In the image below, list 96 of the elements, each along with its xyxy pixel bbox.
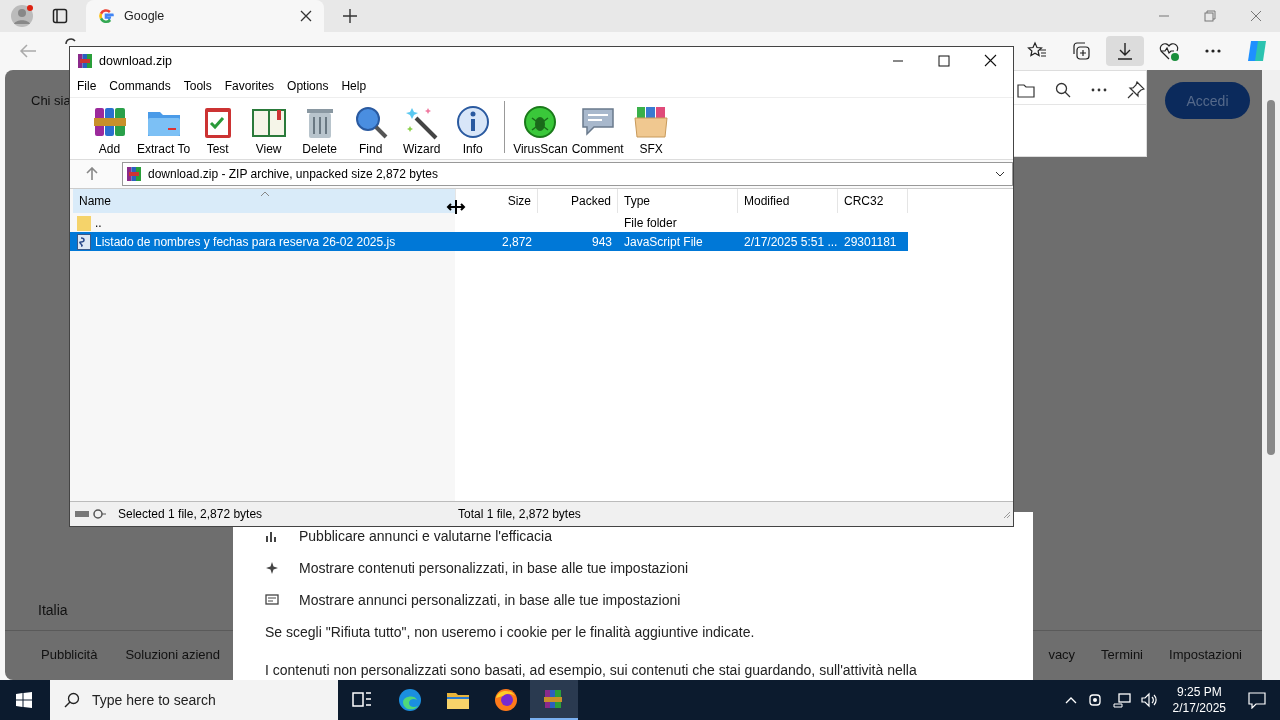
close-icon[interactable] <box>984 54 997 67</box>
info-icon <box>454 104 491 140</box>
toolbar-button[interactable]: Wizard <box>396 104 448 156</box>
search-icon[interactable] <box>1055 82 1071 98</box>
footer-link[interactable]: Pubblicità <box>41 647 98 662</box>
ad-icon <box>265 593 279 607</box>
sparkle-icon <box>265 561 279 575</box>
archiver-icon <box>77 52 93 69</box>
toolbar-button[interactable]: VirusScan <box>511 104 570 156</box>
paragraph-text: I contenuti non personalizzati sono basati, ad esempio, sui contenuti che stai guardando, sull'attività nella <box>265 661 918 680</box>
new-tab-icon[interactable] <box>342 8 358 24</box>
menu-item[interactable]: Tools <box>183 78 212 93</box>
menu-item[interactable]: Help <box>341 78 367 93</box>
menu-item[interactable]: File <box>77 78 97 93</box>
pin-icon[interactable] <box>1127 81 1145 99</box>
folder-icon <box>77 214 91 231</box>
speaker-icon[interactable] <box>1140 692 1159 708</box>
google-icon <box>98 8 114 24</box>
toolbar-button[interactable]: Info <box>447 104 499 156</box>
menu-item[interactable]: Favorites <box>224 78 275 93</box>
tab-actions-icon[interactable] <box>52 8 68 24</box>
toolbar-button[interactable]: View <box>243 104 295 156</box>
scrollbar[interactable] <box>1262 70 1280 680</box>
toolbar-button[interactable]: Test <box>192 104 244 156</box>
table-cell: 2/17/2025 5:51 ... <box>744 234 838 249</box>
refresh-icon[interactable] <box>64 36 78 44</box>
windows-start-icon[interactable] <box>16 692 32 708</box>
edge-icon <box>398 688 422 712</box>
chevron-up-icon[interactable] <box>1064 696 1077 704</box>
table-cell: 29301181 <box>844 234 897 249</box>
toolbar-button[interactable]: SFX <box>625 104 677 156</box>
downloads-button[interactable] <box>1106 36 1144 66</box>
menu-item[interactable]: Commands <box>109 78 171 93</box>
column-header[interactable]: Type <box>618 189 738 213</box>
toolbar-button[interactable]: Find <box>345 104 397 156</box>
sort-caret-icon <box>260 191 270 197</box>
clock-date[interactable]: 2/17/2025 <box>1172 700 1226 716</box>
path-field[interactable]: download.zip - ZIP archive, unpacked size 2,872 bytes <box>122 162 1013 186</box>
toolbar-button[interactable]: Extract To <box>135 104 193 156</box>
status-text: Total 1 file, 2,872 bytes <box>458 507 581 521</box>
archiver-icon <box>126 166 142 182</box>
health-icon[interactable] <box>1158 40 1180 62</box>
firefox-icon <box>494 688 518 712</box>
script-file-icon <box>77 233 91 250</box>
file-row[interactable]: .. File folder <box>70 213 908 232</box>
purpose-text: Mostrare annunci personalizzati, in base alle tue impostazioni <box>299 592 681 608</box>
table-cell: File folder <box>624 215 677 230</box>
column-header[interactable]: Name <box>73 189 456 213</box>
file-row[interactable]: Listado de nombres y fechas para reserva 26-02 2025.js 2,872 943 JavaScript File 2/17/2025 5:51 ... 29301181 <box>70 232 908 251</box>
table-cell: 943 <box>591 234 612 249</box>
download-icon <box>1115 41 1135 61</box>
resize-cursor-icon <box>446 199 466 215</box>
network-icon[interactable] <box>1112 692 1131 708</box>
column-header[interactable]: Size <box>456 189 538 213</box>
column-header[interactable]: Packed <box>538 189 618 213</box>
close-icon[interactable] <box>300 10 312 22</box>
purpose-text: Pubblicare annunci e valutarne l'efficacia <box>299 528 553 544</box>
toolbar-button[interactable]: Delete <box>294 104 346 156</box>
copilot-icon[interactable] <box>1245 39 1269 63</box>
file-name: .. <box>95 215 102 230</box>
profile-icon[interactable] <box>10 4 34 28</box>
notice-text: Se scegli "Rifiuta tutto", non useremo i cookie per le finalità aggiuntive indicate. <box>265 623 756 642</box>
clock-time[interactable]: 9:25 PM <box>1176 684 1222 700</box>
table-cell: 2,872 <box>501 234 532 249</box>
footer-link[interactable]: Soluzioni aziend <box>125 647 221 662</box>
drive-icon <box>74 509 106 519</box>
more-icon[interactable] <box>1091 88 1107 92</box>
collections-icon[interactable] <box>1071 41 1091 61</box>
up-arrow-icon[interactable] <box>86 167 98 181</box>
status-text: Selected 1 file, 2,872 bytes <box>118 507 263 521</box>
purpose-text: Mostrare contenuti personalizzati, in base alle tue impostazioni <box>299 560 689 576</box>
column-header[interactable]: Modified <box>738 189 838 213</box>
box-icon <box>633 104 670 140</box>
toolbar-button[interactable]: Comment <box>569 104 626 156</box>
table-cell: JavaScript File <box>624 234 703 249</box>
bar-chart-icon <box>265 529 279 543</box>
notifications-icon[interactable] <box>1248 691 1266 709</box>
search-icon <box>64 692 80 708</box>
device-icon[interactable] <box>1086 692 1103 708</box>
more-icon[interactable] <box>1204 48 1222 54</box>
file-name: Listado de nombres y fechas para reserva 26-02 2025.js <box>95 234 396 249</box>
taskbar-app[interactable] <box>530 680 578 720</box>
browser-tab[interactable]: Google <box>86 0 324 32</box>
toolbar-button[interactable]: Add <box>84 104 135 156</box>
footer-link[interactable]: vacy <box>1048 647 1076 662</box>
maximize-icon[interactable] <box>938 54 950 67</box>
resize-grip-icon[interactable] <box>1001 509 1011 519</box>
column-header[interactable]: CRC32 <box>838 189 908 213</box>
taskbar-search-field[interactable]: Type here to search <box>50 680 338 720</box>
footer-link[interactable]: Impostazioni <box>1169 647 1242 662</box>
region-label: Italia <box>38 602 68 618</box>
bug-icon <box>522 104 559 140</box>
menu-item[interactable]: Options <box>287 78 329 93</box>
window-title: download.zip <box>99 53 172 68</box>
footer-link[interactable]: Termini <box>1101 647 1143 662</box>
folder-icon[interactable] <box>1017 82 1035 98</box>
